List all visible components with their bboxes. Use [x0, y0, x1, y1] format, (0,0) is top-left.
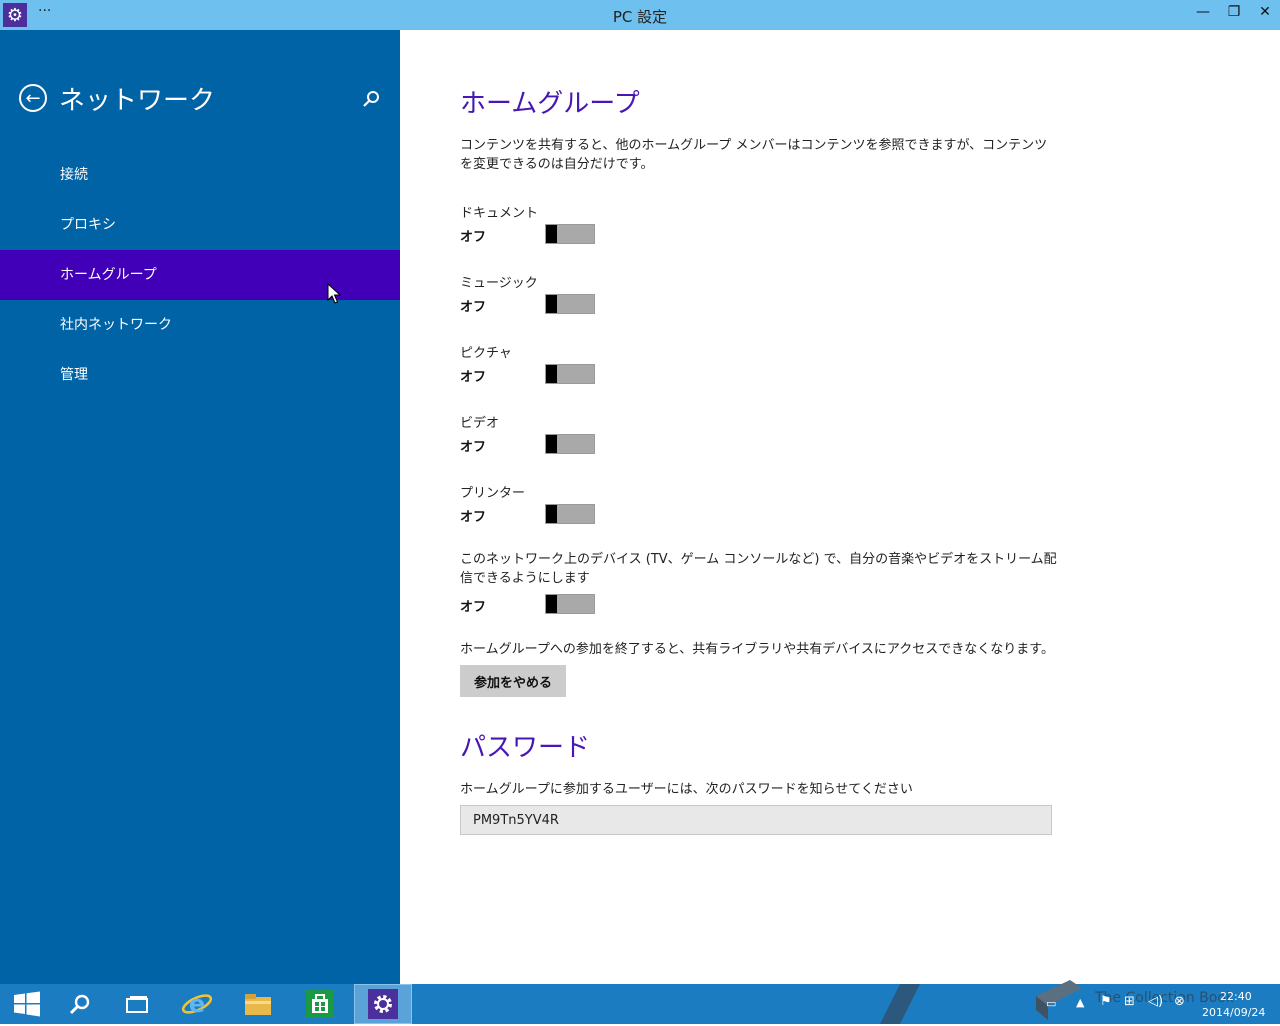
stream-toggle[interactable] — [545, 594, 595, 614]
leave-homegroup-button[interactable]: 参加をやめる — [460, 665, 566, 697]
sidebar-title: ネットワーク — [59, 86, 216, 116]
task-view-icon[interactable] — [110, 984, 164, 1024]
title-bar: ⚙ ··· PC 設定 — ❐ ✕ — [0, 0, 1280, 30]
close-button[interactable]: ✕ — [1253, 4, 1277, 26]
documents-label: ドキュメント — [460, 206, 539, 221]
back-arrow-icon[interactable]: ← — [19, 84, 47, 112]
documents-state: オフ — [460, 230, 487, 245]
show-hidden-icons-icon[interactable]: ▲ — [1076, 996, 1084, 1009]
file-explorer-icon[interactable] — [231, 984, 285, 1024]
restore-button[interactable]: ❐ — [1222, 4, 1246, 26]
window-title: PC 設定 — [612, 8, 668, 26]
password-description: ホームグループに参加するユーザーには、次のパスワードを知らせてください — [460, 782, 913, 797]
action-center-flag-icon[interactable]: ⚑ — [1100, 994, 1112, 1009]
videos-label: ビデオ — [460, 416, 500, 431]
svg-text:e: e — [189, 990, 205, 1018]
pictures-label: ピクチャ — [460, 346, 512, 361]
pictures-toggle[interactable] — [545, 364, 595, 384]
sidebar-nav: 接続 プロキシ ホームグループ 社内ネットワーク 管理 — [0, 150, 400, 400]
clock-date[interactable]: 2014/09/24 — [1202, 1006, 1265, 1019]
notification-icon[interactable]: ⊗ — [1174, 994, 1185, 1009]
printers-state: オフ — [460, 510, 487, 525]
search-icon[interactable] — [360, 88, 382, 110]
printers-toggle[interactable] — [545, 504, 595, 524]
settings-icon[interactable] — [354, 984, 412, 1024]
sidebar-item-management[interactable]: 管理 — [0, 350, 400, 400]
homegroup-description: コンテンツを共有すると、他のホームグループ メンバーはコンテンツを参照できますが… — [460, 138, 1048, 172]
store-icon[interactable] — [293, 984, 347, 1024]
music-label: ミュージック — [460, 276, 538, 291]
homegroup-heading: ホームグループ — [460, 89, 640, 119]
videos-toggle[interactable] — [545, 434, 595, 454]
sidebar-item-proxy[interactable]: プロキシ — [0, 200, 400, 250]
password-field[interactable]: PM9Tn5YV4R — [460, 805, 1052, 835]
taskbar-decoration — [880, 984, 920, 1024]
keyboard-icon[interactable]: ▭ — [1046, 997, 1056, 1010]
password-heading: パスワード — [460, 733, 591, 763]
start-icon[interactable] — [0, 984, 54, 1024]
printers-label: プリンター — [460, 486, 526, 501]
sidebar: ← ネットワーク 接続 プロキシ ホームグループ 社内ネットワーク 管理 — [0, 30, 400, 984]
music-toggle[interactable] — [545, 294, 595, 314]
pictures-state: オフ — [460, 370, 487, 385]
stream-description: このネットワーク上のデバイス (TV、ゲーム コンソールなど) で、自分の音楽や… — [460, 552, 1057, 586]
leave-description: ホームグループへの参加を終了すると、共有ライブラリや共有デバイスにアクセスできな… — [460, 642, 1054, 657]
watermark-text: The Collection Book — [1095, 990, 1235, 1006]
volume-icon[interactable]: ◁) — [1148, 994, 1163, 1009]
internet-explorer-icon[interactable]: e — [170, 984, 224, 1024]
sidebar-item-connection[interactable]: 接続 — [0, 150, 400, 200]
mouse-cursor-icon — [327, 283, 341, 304]
sidebar-item-workplace[interactable]: 社内ネットワーク — [0, 300, 400, 350]
clock-time[interactable]: 22:40 — [1220, 990, 1252, 1003]
network-icon[interactable]: ⊞ — [1124, 994, 1135, 1009]
music-state: オフ — [460, 300, 487, 315]
minimize-button[interactable]: — — [1191, 4, 1215, 26]
videos-state: オフ — [460, 440, 487, 455]
search-icon[interactable] — [53, 984, 107, 1024]
taskbar: e The Collection Book ▭ ▲ ⚑ ⊞ ◁) ⊗ — [0, 980, 1280, 1024]
stream-state: オフ — [460, 600, 487, 615]
documents-toggle[interactable] — [545, 224, 595, 244]
